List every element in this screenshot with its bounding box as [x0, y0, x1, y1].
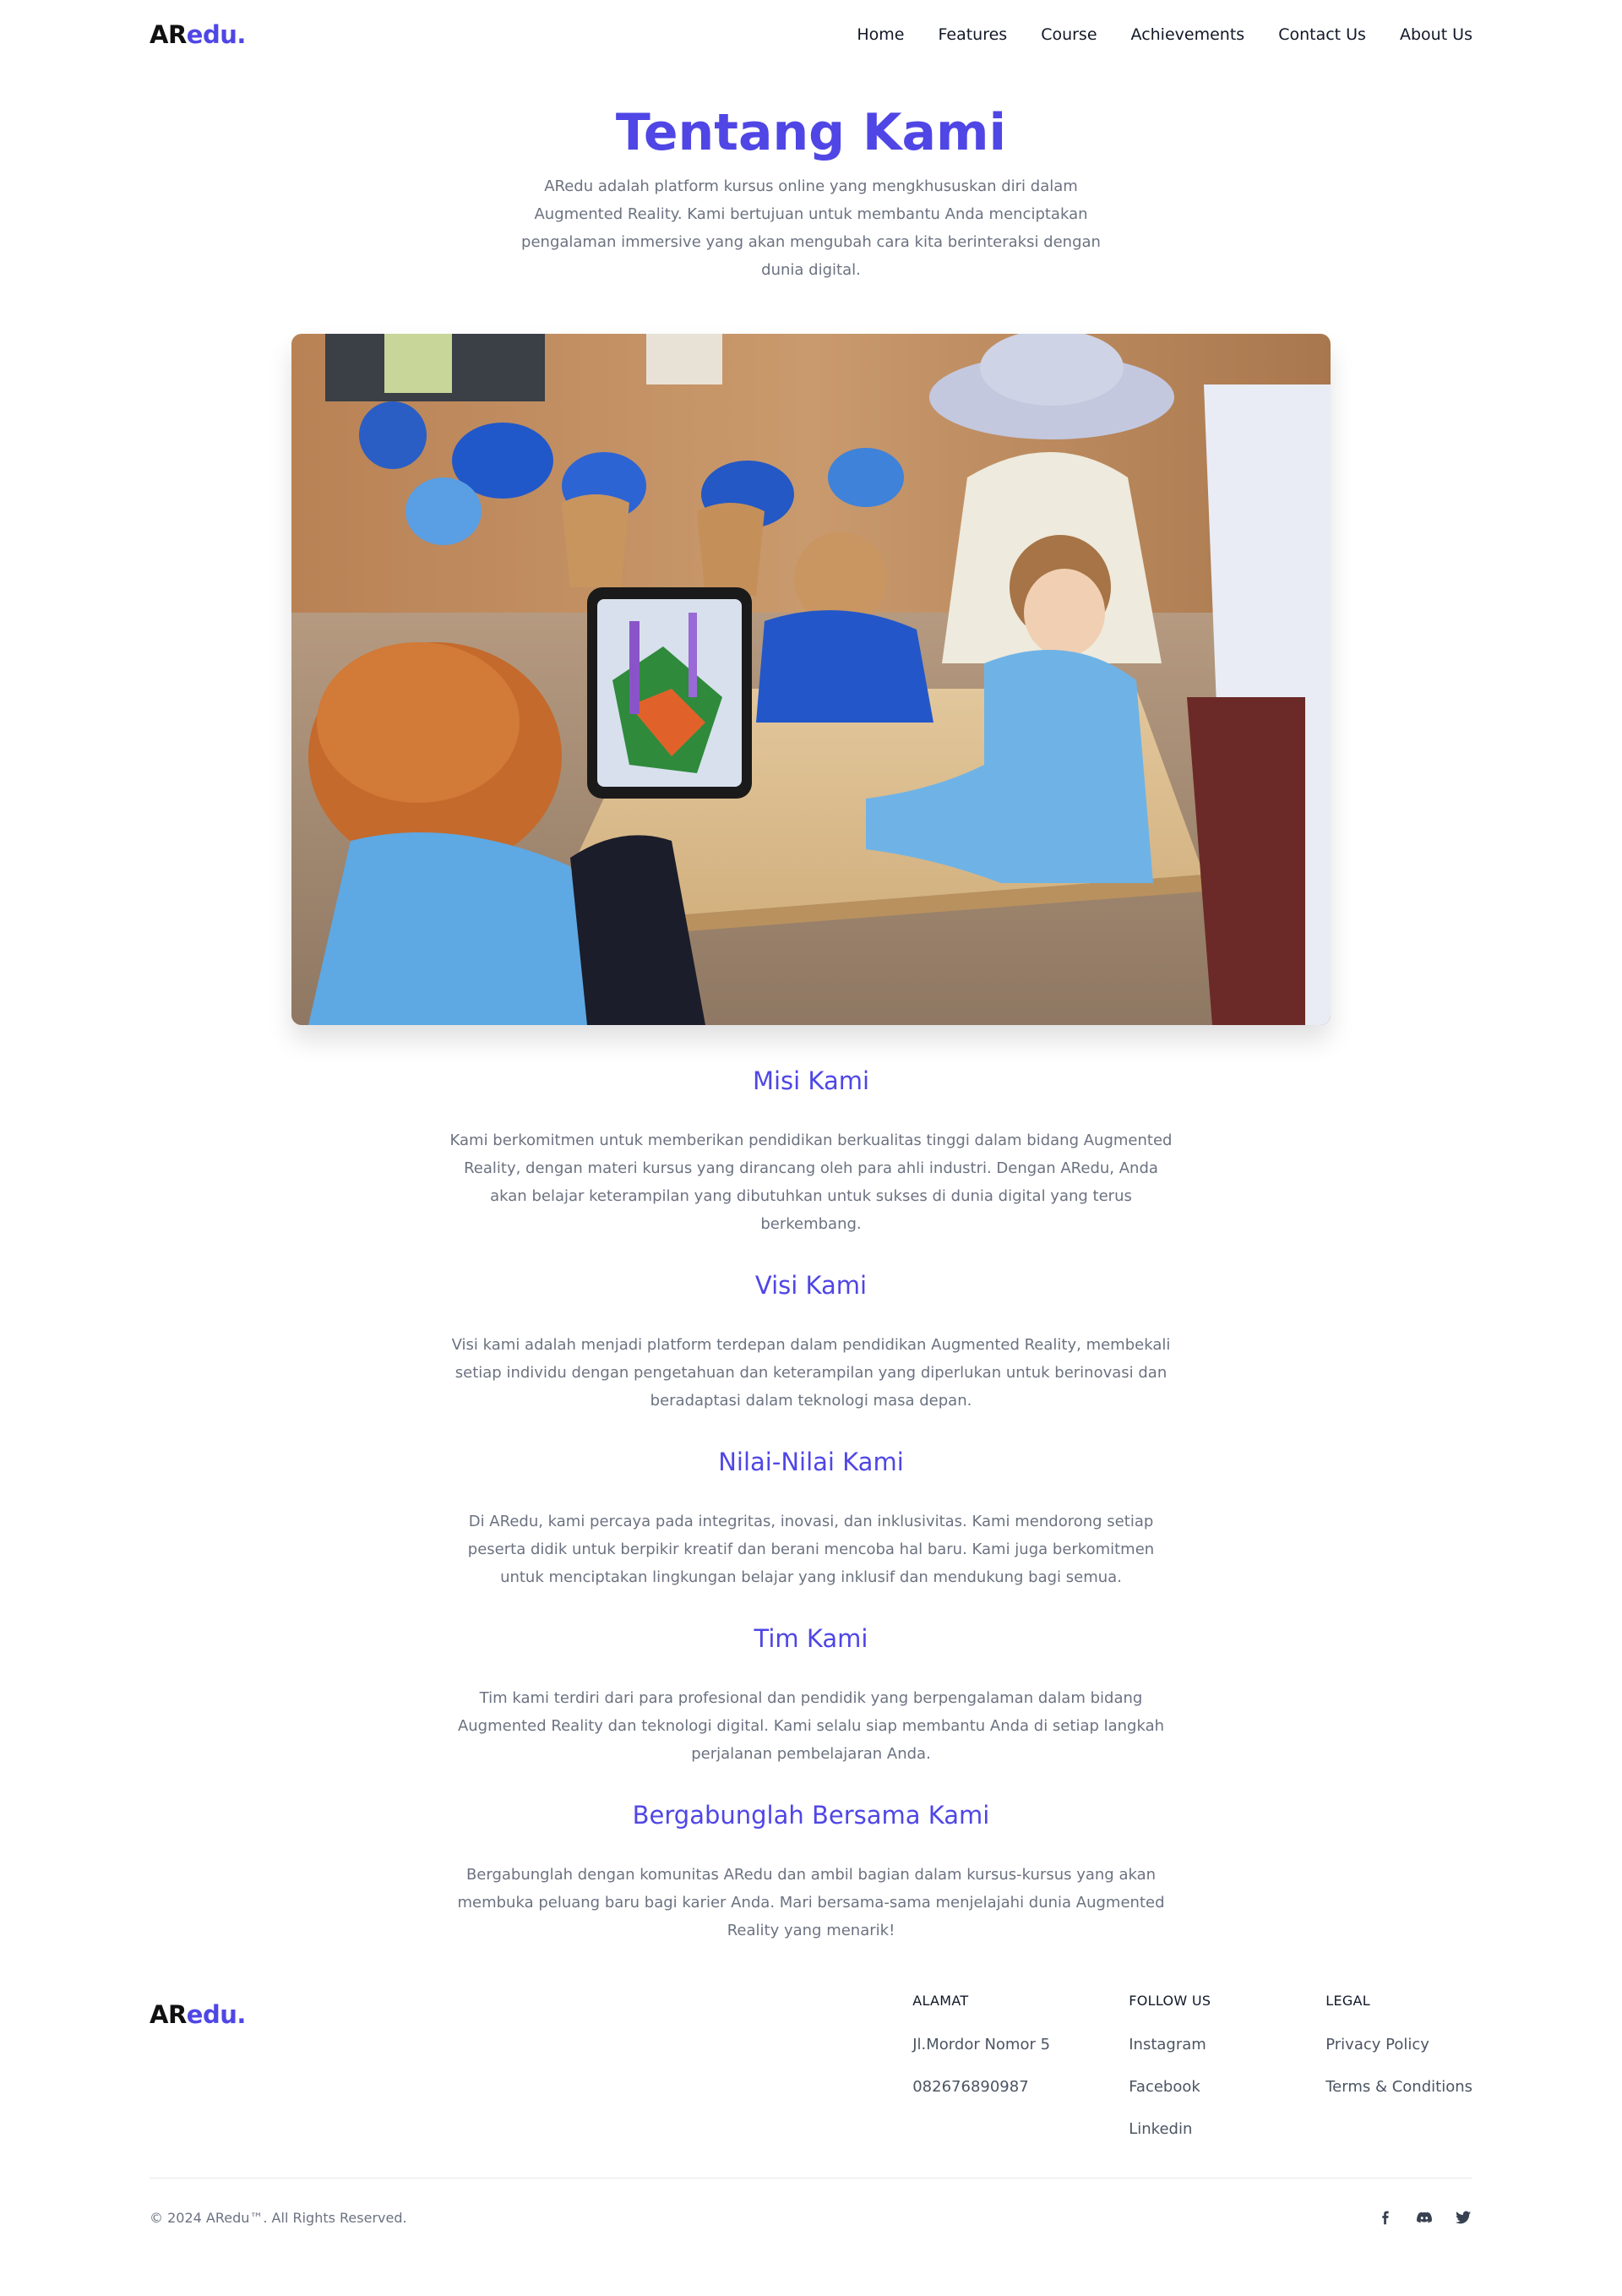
legal-heading: LEGAL: [1325, 1993, 1371, 2009]
section-nilai: Nilai-Nilai Kami Di ARedu, kami percaya …: [150, 1445, 1472, 1591]
footer-logo-edu: edu.: [186, 2000, 247, 2029]
logo-ar: AR: [150, 20, 187, 49]
section-misi: Misi Kami Kami berkomitmen untuk memberi…: [150, 1064, 1472, 1238]
alamat-heading: ALAMAT: [912, 1993, 969, 2009]
logo-edu: edu.: [186, 20, 247, 49]
site-footer: ARedu. ALAMAT Jl.Mordor Nomor 5 08267689…: [150, 1992, 1472, 2256]
section-text: Tim kami terdiri dari para profesional d…: [457, 1689, 1165, 1763]
section-tim: Tim Kami Tim kami terdiri dari para prof…: [150, 1622, 1472, 1768]
social-icons: [1376, 2208, 1472, 2227]
nav-contact-us[interactable]: Contact Us: [1278, 25, 1366, 44]
copyright: © 2024 ARedu™. All Rights Reserved.: [150, 2209, 407, 2226]
section-title: Misi Kami: [752, 1066, 870, 1095]
facebook-link[interactable]: Facebook: [1129, 2078, 1325, 2097]
twitter-icon[interactable]: [1454, 2208, 1472, 2227]
terms-conditions-link[interactable]: Terms & Conditions: [1325, 2078, 1472, 2097]
discord-icon[interactable]: [1415, 2208, 1434, 2227]
section-title: Nilai-Nilai Kami: [718, 1448, 904, 1476]
instagram-link[interactable]: Instagram: [1129, 2036, 1325, 2054]
section-text: Bergabunglah dengan komunitas ARedu dan …: [457, 1866, 1165, 1939]
nav-achievements[interactable]: Achievements: [1131, 25, 1245, 44]
privacy-policy-link[interactable]: Privacy Policy: [1325, 2036, 1472, 2054]
site-header: ARedu. Home Features Course Achievements…: [150, 0, 1472, 69]
main-nav: Home Features Course Achievements Contac…: [857, 25, 1472, 44]
nav-about-us[interactable]: About Us: [1400, 25, 1472, 44]
section-text: Kami berkomitmen untuk memberikan pendid…: [449, 1132, 1173, 1233]
facebook-icon[interactable]: [1376, 2208, 1395, 2227]
phone-text: 082676890987: [912, 2078, 1029, 2096]
section-title: Bergabunglah Bersama Kami: [632, 1801, 990, 1830]
footer-alamat-column: ALAMAT Jl.Mordor Nomor 5 082676890987: [912, 1992, 1129, 2162]
address-text: Jl.Mordor Nomor 5: [912, 2036, 1051, 2053]
section-bergabung: Bergabunglah Bersama Kami Bergabunglah d…: [150, 1798, 1472, 1944]
follow-heading: FOLLOW US: [1129, 1993, 1211, 2009]
section-title: Tim Kami: [754, 1624, 868, 1653]
nav-course[interactable]: Course: [1041, 25, 1097, 44]
section-text: Visi kami adalah menjadi platform terdep…: [451, 1336, 1171, 1410]
section-visi: Visi Kami Visi kami adalah menjadi platf…: [150, 1268, 1472, 1415]
logo[interactable]: ARedu.: [150, 20, 246, 49]
hero-description: ARedu adalah platform kursus online yang…: [521, 177, 1101, 279]
nav-features[interactable]: Features: [938, 25, 1007, 44]
footer-logo-ar: AR: [150, 2000, 187, 2029]
page-title: Tentang Kami: [615, 103, 1007, 162]
section-text: Di ARedu, kami percaya pada integritas, …: [467, 1513, 1155, 1586]
classroom-illustration: [291, 334, 1331, 1025]
footer-legal-column: LEGAL Privacy Policy Terms & Conditions: [1325, 1992, 1472, 2162]
section-title: Visi Kami: [754, 1271, 868, 1300]
nav-home[interactable]: Home: [857, 25, 904, 44]
footer-logo[interactable]: ARedu.: [150, 2000, 246, 2162]
classroom-ar-photo: [291, 334, 1331, 1025]
hero: Tentang Kami ARedu adalah platform kursu…: [150, 103, 1472, 284]
footer-follow-column: FOLLOW US Instagram Facebook Linkedin: [1129, 1992, 1325, 2162]
linkedin-link[interactable]: Linkedin: [1129, 2120, 1325, 2139]
